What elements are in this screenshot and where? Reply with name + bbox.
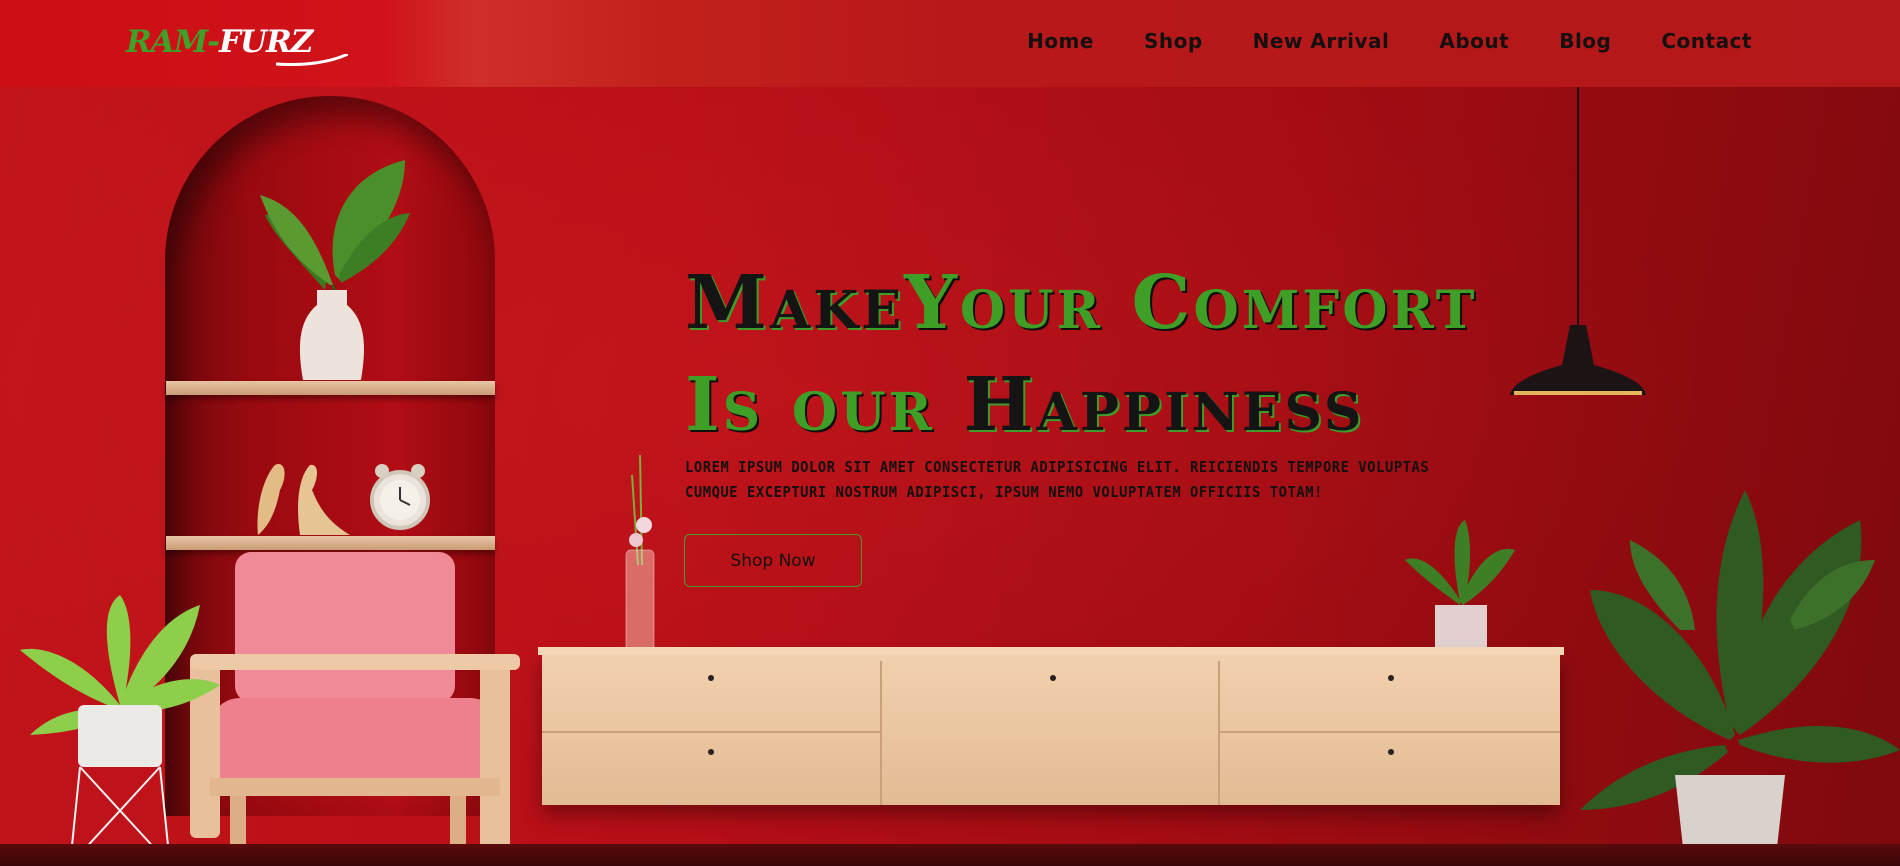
cabinet-top <box>538 647 1564 655</box>
logo-swoosh-icon <box>276 54 348 66</box>
shop-now-button[interactable]: Shop Now <box>684 534 862 587</box>
drawer-knob <box>1388 749 1394 755</box>
flower-vase-illustration <box>625 455 655 656</box>
nav-about[interactable]: About <box>1439 29 1509 53</box>
wooden-cabinet <box>538 647 1564 805</box>
drawer-line <box>542 731 880 733</box>
monstera-plant-illustration <box>1580 490 1900 866</box>
lamp-cord <box>1577 87 1579 327</box>
drawer-knob <box>1050 675 1056 681</box>
hero-title: MakeYour Comfort Is our Happiness <box>685 252 1565 456</box>
drawer-line <box>1220 731 1560 733</box>
cabinet-divider <box>880 661 882 805</box>
fern-plant-illustration <box>20 595 220 866</box>
vase-plant-illustration <box>260 160 410 380</box>
hero-title-is-our: Is our <box>685 362 964 448</box>
drawer-knob <box>708 675 714 681</box>
pink-armchair-illustration <box>190 552 520 866</box>
hero-title-your-comfort: Your Comfort <box>904 260 1478 346</box>
hero-subtitle: Lorem ipsum dolor sit amet consectetur a… <box>685 458 1430 501</box>
main-nav: Home Shop New Arrival About Blog Contact <box>977 29 1752 53</box>
nav-home[interactable]: Home <box>1027 29 1094 53</box>
drawer-knob <box>708 749 714 755</box>
drawer-knob <box>1388 675 1394 681</box>
nav-contact[interactable]: Contact <box>1661 29 1752 53</box>
top-navbar: RAM-FURZ Home Shop New Arrival About Blo… <box>0 0 1900 87</box>
nav-blog[interactable]: Blog <box>1559 29 1611 53</box>
brand-logo[interactable]: RAM-FURZ <box>126 24 348 66</box>
floor <box>0 844 1900 866</box>
nav-shop[interactable]: Shop <box>1144 29 1203 53</box>
cabinet-divider <box>1218 661 1220 805</box>
bird-figurines-and-clock <box>257 464 430 535</box>
hero-title-happiness: Happiness <box>963 362 1365 448</box>
nav-new-arrival[interactable]: New Arrival <box>1253 29 1390 53</box>
logo-text-part1: RAM- <box>126 24 220 60</box>
hero-title-make: Make <box>685 260 905 346</box>
small-potted-plant-illustration <box>1405 520 1515 660</box>
